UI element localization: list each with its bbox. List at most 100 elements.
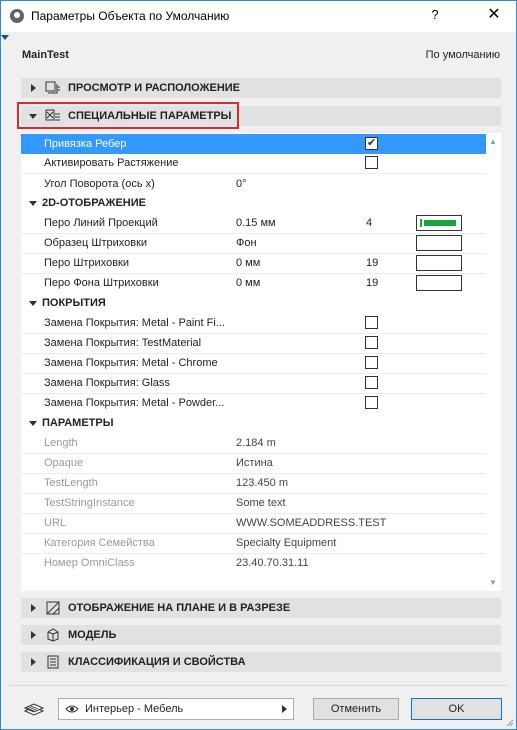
chevron-right-icon [282, 705, 287, 713]
ok-button[interactable]: OK [411, 698, 502, 720]
param-value: WWW.SOMEADDRESS.TEST [236, 517, 387, 529]
param-value[interactable]: 0 мм [236, 257, 260, 269]
collapse-arrow-icon [29, 201, 37, 206]
param-checkbox[interactable] [365, 356, 378, 369]
param-label: Замена Покрытия: Glass [44, 377, 170, 389]
section-label: КЛАССИФИКАЦИЯ И СВОЙСТВА [68, 656, 246, 668]
param-value: 123.450 m [236, 477, 288, 489]
param-row: Opaque Истина [21, 453, 486, 473]
param-value[interactable]: Фон [236, 237, 257, 249]
collapse-arrow-icon [29, 421, 37, 426]
param-row[interactable]: Замена Покрытия: Metal - Chrome [21, 353, 486, 373]
close-button[interactable]: ✕ [482, 4, 506, 24]
param-value[interactable]: 0 мм [236, 277, 260, 289]
param-row[interactable]: Перо Фона Штриховки 0 мм 19 [21, 273, 486, 293]
param-value[interactable]: 0° [236, 178, 247, 190]
param-label: Замена Покрытия: Metal - Chrome [44, 357, 218, 369]
param-checkbox[interactable] [365, 396, 378, 409]
param-label: Перо Штриховки [44, 257, 129, 269]
pen-color-swatch[interactable] [416, 255, 462, 271]
param-row[interactable]: Замена Покрытия: Metal - Powder... [21, 393, 486, 413]
param-label: Перо Фона Штриховки [44, 277, 159, 289]
help-button[interactable]: ? [423, 7, 447, 27]
object-name: MainTest [22, 49, 69, 61]
param-value: Some text [236, 497, 286, 509]
param-label: TestStringInstance [44, 497, 135, 509]
param-checkbox[interactable] [365, 136, 378, 150]
panel-collapse-arrow-icon[interactable] [1, 33, 9, 43]
expand-arrow-icon [31, 604, 36, 612]
param-label: TestLength [44, 477, 98, 489]
param-row[interactable]: Угол Поворота (ось x) 0° [21, 174, 486, 194]
default-label: По умолчанию [425, 49, 500, 61]
footer-divider [9, 685, 508, 686]
param-value[interactable]: 0.15 мм [236, 217, 276, 229]
section-label: МОДЕЛЬ [68, 629, 117, 641]
expand-arrow-icon [31, 631, 36, 639]
group-parameters[interactable]: ПАРАМЕТРЫ [21, 413, 486, 433]
param-row[interactable]: Замена Покрытия: Glass [21, 373, 486, 393]
param-row[interactable]: Активировать Растяжение [21, 153, 486, 173]
group-label: 2D-ОТОБРАЖЕНИЕ [42, 197, 146, 209]
classification-list-icon [47, 655, 59, 669]
window-title: Параметры Объекта по Умолчанию [31, 9, 230, 23]
param-label: Привязка Ребер [44, 138, 127, 150]
param-row[interactable]: Образец Штриховки Фон [21, 233, 486, 253]
param-label: Угол Поворота (ось x) [44, 178, 155, 190]
param-row[interactable]: Привязка Ребер [21, 134, 486, 154]
dialog-window: Параметры Объекта по Умолчанию ? ✕ MainT… [0, 0, 517, 730]
pen-color-swatch[interactable] [416, 215, 462, 231]
param-row: TestStringInstance Some text [21, 493, 486, 513]
model-cube-icon [47, 628, 59, 642]
param-checkbox[interactable] [365, 376, 378, 389]
param-row[interactable]: Перо Штриховки 0 мм 19 [21, 253, 486, 273]
param-row[interactable]: Замена Покрытия: Metal - Paint Fi... [21, 313, 486, 333]
section-model[interactable]: МОДЕЛЬ [21, 625, 501, 645]
section-classification[interactable]: КЛАССИФИКАЦИЯ И СВОЙСТВА [21, 652, 501, 672]
section-label: ОТОБРАЖЕНИЕ НА ПЛАНЕ И В РАЗРЕЗЕ [68, 602, 291, 614]
param-label: Категория Семейства [44, 537, 155, 549]
group-label: ПОКРЫТИЯ [42, 297, 106, 309]
pen-color-swatch[interactable] [416, 275, 462, 291]
layers-icon [23, 703, 45, 716]
param-label: Замена Покрытия: TestMaterial [44, 337, 202, 349]
section-floorplan-section[interactable]: ОТОБРАЖЕНИЕ НА ПЛАНЕ И В РАЗРЕЗЕ [21, 598, 501, 618]
scroll-down-arrow-icon[interactable]: ▼ [488, 578, 498, 588]
param-label: Length [44, 437, 78, 449]
layer-select-value: Интерьер - Мебель [85, 703, 184, 715]
section-label: ПРОСМОТР И РАСПОЛОЖЕНИЕ [68, 82, 241, 94]
group-surfaces[interactable]: ПОКРЫТИЯ [21, 293, 486, 313]
param-row: TestLength 123.450 m [21, 473, 486, 493]
param-row: Length 2.184 m [21, 433, 486, 453]
highlight-frame [17, 102, 239, 129]
param-label: Замена Покрытия: Metal - Paint Fi... [44, 317, 225, 329]
param-checkbox[interactable] [365, 316, 378, 329]
param-checkbox[interactable] [365, 156, 378, 169]
preview-positioning-icon [45, 81, 60, 94]
param-label: URL [44, 517, 67, 529]
param-label: Замена Покрытия: Metal - Powder... [44, 397, 225, 409]
vertical-scrollbar[interactable] [486, 135, 500, 591]
resize-grip-icon[interactable] [506, 719, 514, 727]
param-value: Specialty Equipment [236, 537, 337, 549]
pen-number[interactable]: 19 [366, 277, 378, 289]
param-row: Номер OmniClass 23.40.70.31.11 [21, 553, 486, 573]
layer-select[interactable]: Интерьер - Мебель [58, 698, 294, 720]
fill-pattern-swatch[interactable] [416, 235, 462, 251]
group-label: ПАРАМЕТРЫ [42, 417, 114, 429]
param-label: Перо Линий Проекций [44, 217, 158, 229]
title-bar: Параметры Объекта по Умолчанию ? ✕ [1, 1, 516, 32]
section-preview-positioning[interactable]: ПРОСМОТР И РАСПОЛОЖЕНИЕ [21, 78, 501, 98]
pen-fill [424, 220, 456, 226]
param-label: Образец Штриховки [44, 237, 148, 249]
pen-number[interactable]: 4 [366, 217, 372, 229]
param-row[interactable]: Перо Линий Проекций 0.15 мм 4 [21, 213, 486, 233]
param-checkbox[interactable] [365, 336, 378, 349]
param-row[interactable]: Замена Покрытия: TestMaterial [21, 333, 486, 353]
cancel-button[interactable]: Отменить [313, 698, 399, 720]
param-label: Активировать Растяжение [44, 157, 179, 169]
pen-number[interactable]: 19 [366, 257, 378, 269]
param-value: 23.40.70.31.11 [236, 557, 309, 569]
scroll-up-arrow-icon[interactable]: ▲ [488, 137, 498, 147]
group-2d-display[interactable]: 2D-ОТОБРАЖЕНИЕ [21, 193, 486, 213]
